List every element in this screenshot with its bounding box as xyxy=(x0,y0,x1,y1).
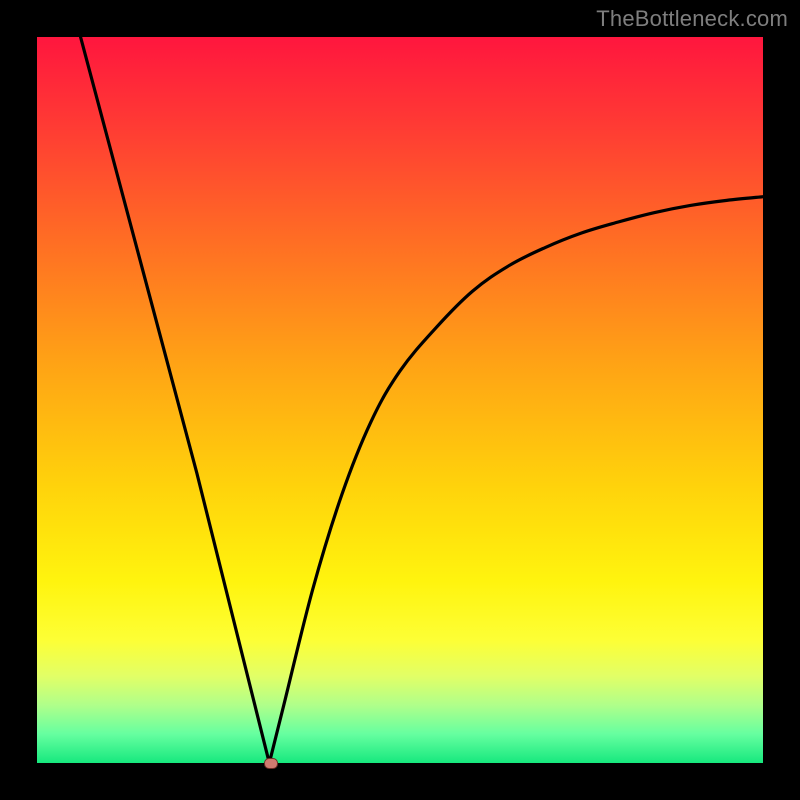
minimum-marker xyxy=(264,758,278,769)
chart-frame: TheBottleneck.com xyxy=(0,0,800,800)
bottleneck-curve xyxy=(37,37,763,763)
watermark-text: TheBottleneck.com xyxy=(596,6,788,32)
plot-area xyxy=(37,37,763,763)
